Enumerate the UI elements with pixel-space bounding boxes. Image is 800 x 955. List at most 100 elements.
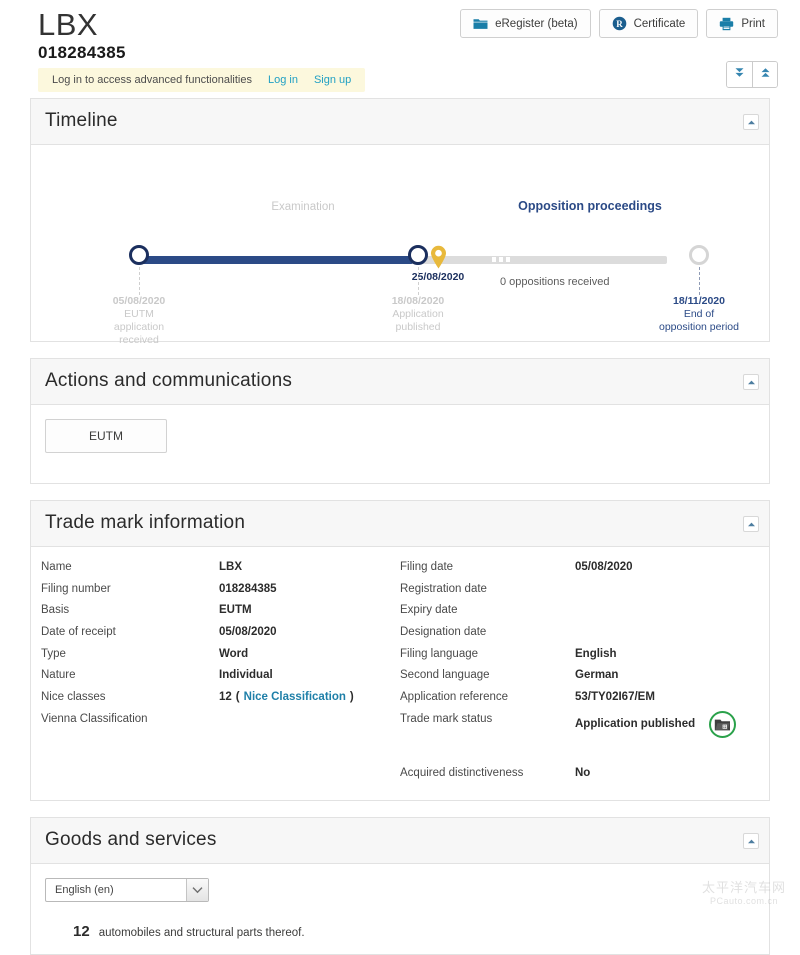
actions-panel-body: EUTM (31, 405, 769, 483)
timeline-node-start[interactable] (129, 245, 149, 265)
info-row: Filing language English (400, 646, 759, 668)
info-row: Nice classes 12 ( Nice Classification ) (41, 689, 400, 711)
print-button[interactable]: Print (706, 9, 778, 38)
timeline-graphic: Examination Opposition proceedings 25/08… (45, 159, 753, 346)
info-row: Designation date (400, 624, 759, 646)
trademark-information-panel: Trade mark information Name LBX Filing n… (30, 500, 770, 802)
timeline-panel-body: Examination Opposition proceedings 25/08… (31, 145, 769, 346)
info-label-date-of-receipt: Date of receipt (41, 626, 116, 639)
nice-link-suffix: ) (349, 691, 354, 704)
goods-collapse-button[interactable] (743, 832, 759, 850)
info-row: Filing date 05/08/2020 (400, 559, 759, 581)
timeline-milestone-start-date: 05/08/2020 (112, 295, 166, 307)
expand-all-icon (733, 66, 746, 84)
actions-collapse-button[interactable] (743, 373, 759, 391)
log-in-link[interactable]: Log in (268, 74, 298, 86)
info-label-type: Type (41, 647, 66, 660)
timeline-track (137, 256, 667, 264)
info-row: Trade mark status Application published (400, 710, 759, 743)
info-label-filing-language: Filing language (400, 647, 479, 660)
goods-panel-body: English (en) 12 automobiles and structur… (31, 864, 769, 954)
info-row: Acquired distinctiveness No (400, 765, 759, 787)
timeline-stem-end (699, 267, 700, 295)
info-row: Second language German (400, 667, 759, 689)
info-label-expiry-date: Expiry date (400, 604, 458, 617)
timeline-milestone-start-line3: received (119, 334, 159, 346)
timeline-stem-published (418, 267, 419, 295)
timeline-node-published[interactable] (408, 245, 428, 265)
goods-panel-header: Goods and services (31, 818, 769, 865)
info-value-filing-date: 05/08/2020 (575, 561, 633, 573)
info-label-registration-date: Registration date (400, 582, 487, 595)
timeline-gap-dots (492, 257, 511, 262)
info-row: Name LBX (41, 559, 400, 581)
timeline-milestone-end: 18/11/2020 End of opposition period (624, 295, 774, 334)
info-value-date-of-receipt: 05/08/2020 (219, 626, 277, 639)
timeline-phase-examination: Examination (271, 201, 335, 213)
chevron-down-icon (186, 879, 208, 902)
info-value-acquired-distinctiveness: No (575, 766, 591, 779)
mark-number: 018284385 (38, 43, 126, 62)
map-pin-icon[interactable] (430, 245, 447, 269)
collapse-all-button[interactable] (752, 62, 777, 87)
sign-up-link[interactable]: Sign up (314, 74, 351, 86)
login-banner-row: Log in to access advanced functionalitie… (0, 61, 800, 98)
trademark-collapse-button[interactable] (743, 515, 759, 532)
timeline-milestone-start-line1: EUTM (124, 308, 154, 320)
login-banner: Log in to access advanced functionalitie… (38, 68, 366, 92)
timeline-milestone-end-line2: opposition period (659, 321, 739, 333)
info-label-nice-classes: Nice classes (41, 691, 106, 704)
published-folder-icon (709, 710, 737, 738)
info-value-application-reference: 53/TY02I67/EM (575, 691, 655, 704)
info-value-trade-mark-status-wrap: Application published (575, 710, 737, 738)
collapse-chevron-up-icon (747, 832, 756, 850)
timeline-panel-title: Timeline (45, 110, 118, 131)
info-value-nice-classes: 12 ( Nice Classification ) (219, 689, 354, 705)
list-item: 12 automobiles and structural parts ther… (73, 923, 753, 940)
nice-classification-link[interactable]: Nice Classification (244, 689, 346, 705)
goods-class-text: automobiles and structural parts thereof… (98, 927, 305, 940)
page-header: LBX 018284385 eRegister (beta) R Certifi… (0, 0, 800, 68)
printer-icon (719, 17, 734, 31)
info-value-filing-number: 018284385 (219, 582, 277, 595)
nice-link-prefix: ( (235, 691, 240, 704)
timeline-stem-start (139, 267, 140, 295)
registered-r-icon: R (612, 16, 627, 31)
info-row: Type Word (41, 646, 400, 668)
actions-panel-header: Actions and communications (31, 359, 769, 405)
timeline-node-end[interactable] (689, 245, 709, 265)
trademark-panel-header: Trade mark information (31, 501, 769, 547)
actions-panel-title: Actions and communications (45, 370, 293, 391)
timeline-collapse-button[interactable] (743, 113, 759, 131)
folder-icon (473, 17, 488, 30)
goods-services-panel: Goods and services English (en) 12 autom… (30, 817, 770, 955)
eregister-button-label: eRegister (beta) (495, 17, 578, 30)
info-value-nature: Individual (219, 669, 273, 682)
trademark-info-right-column: Filing date 05/08/2020 Registration date… (400, 559, 759, 786)
expand-all-button[interactable] (727, 62, 752, 87)
info-row: Nature Individual (41, 667, 400, 689)
timeline-milestone-published: 18/08/2020 Application published (358, 295, 478, 334)
eutm-action-button[interactable]: EUTM (45, 419, 167, 453)
timeline-milestone-published-line2: published (395, 321, 441, 333)
goods-class-number: 12 (73, 923, 90, 941)
info-label-basis: Basis (41, 604, 70, 617)
actions-panel: Actions and communications EUTM (30, 358, 770, 484)
print-button-label: Print (741, 17, 765, 30)
info-label-filing-date: Filing date (400, 561, 454, 573)
svg-text:R: R (616, 19, 623, 29)
login-banner-message: Log in to access advanced functionalitie… (52, 74, 252, 86)
info-label-application-reference: Application reference (400, 691, 509, 704)
collapse-chevron-up-icon (747, 373, 756, 391)
header-action-buttons: eRegister (beta) R Certificate Print (460, 9, 778, 38)
certificate-button-label: Certificate (633, 17, 686, 30)
collapse-chevron-up-icon (747, 113, 756, 131)
eregister-button[interactable]: eRegister (beta) (460, 9, 591, 38)
info-label-second-language: Second language (400, 669, 490, 682)
certificate-button[interactable]: R Certificate (598, 9, 699, 38)
info-value-filing-language: English (575, 647, 617, 660)
info-label-filing-number: Filing number (41, 582, 111, 595)
timeline-opposition-note: 0 oppositions received (500, 276, 610, 288)
goods-language-select[interactable]: English (en) (45, 878, 209, 903)
info-label-name: Name (41, 561, 72, 573)
